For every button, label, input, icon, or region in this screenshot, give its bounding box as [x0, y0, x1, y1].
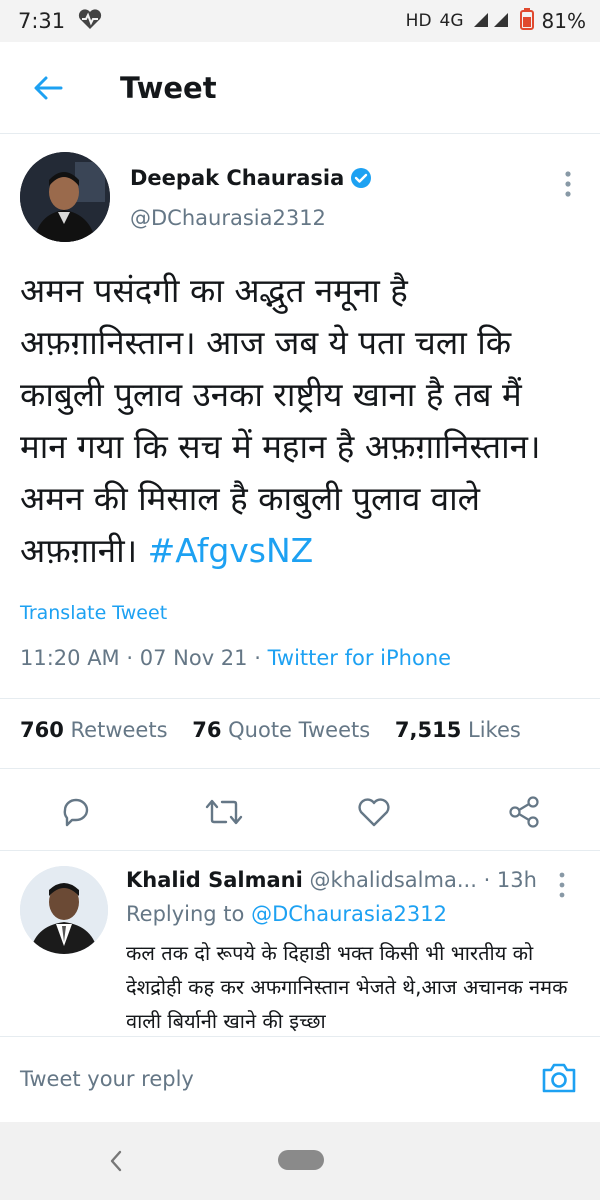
back-arrow-icon [34, 76, 63, 99]
tweet-text-last-line: अफ़ग़ानी। #AfgvsNZ [20, 525, 585, 577]
retweet-icon [205, 799, 243, 825]
likes-label: Likes [468, 718, 521, 742]
like-button[interactable] [354, 794, 394, 830]
divider [0, 850, 600, 851]
like-icon [358, 798, 390, 827]
replying-to-label: Replying to [126, 902, 245, 926]
signal-type-label: 4G [439, 11, 464, 31]
system-nav-bar [0, 1122, 600, 1200]
system-home-button[interactable] [278, 1150, 324, 1170]
heart-pulse-icon [77, 8, 103, 35]
author-name-text: Deepak Chaurasia [130, 166, 345, 190]
retweets-stat[interactable]: 760 Retweets [20, 718, 168, 742]
status-time: 7:31 [18, 9, 66, 33]
page-title: Tweet [120, 70, 217, 105]
status-bar: 7:31 HD 4G 81% [0, 0, 600, 42]
hashtag-link[interactable]: #AfgvsNZ [148, 531, 314, 570]
share-icon [509, 796, 539, 828]
system-back-icon[interactable] [106, 1148, 126, 1174]
reply-button[interactable] [56, 794, 96, 830]
battery-percent: 81% [541, 9, 586, 33]
tweet-text-line: अमन की मिसाल है काबुली पुलाव वाले [20, 479, 481, 518]
battery-icon [519, 7, 534, 35]
back-button[interactable] [0, 42, 96, 134]
retweet-button[interactable] [204, 794, 244, 830]
reply-item[interactable]: Khalid Salmani @khalidsalma... · 13h Rep… [0, 852, 600, 1038]
tweet-time: 11:20 AM [20, 646, 120, 670]
reply-avatar[interactable] [20, 866, 108, 954]
retweets-label: Retweets [70, 718, 168, 742]
reply-header: Khalid Salmani @khalidsalma... · 13h [126, 868, 546, 892]
tweet-source-link[interactable]: Twitter for iPhone [268, 646, 452, 670]
reply-author-handle[interactable]: @khalidsalma... [310, 868, 477, 892]
meta-separator: · [126, 646, 140, 670]
reply-author-name[interactable]: Khalid Salmani [126, 868, 303, 892]
status-indicators: HD 4G 81% [405, 7, 586, 35]
network-label: HD [405, 11, 432, 31]
tweet-text-line: अमन पसंदगी का अद्भुत नमूना है [20, 271, 408, 310]
translate-tweet-link[interactable]: Translate Tweet [20, 602, 167, 624]
divider [0, 698, 600, 699]
quote-tweets-count: 76 [192, 718, 222, 742]
tweet-header: Deepak Chaurasia @DChaurasia2312 [20, 152, 580, 244]
tweet-text-line: काबुली पुलाव उनका राष्ट्रीय खाना है तब म… [20, 375, 522, 414]
tweet-stats: 760 Retweets 76 Quote Tweets 7,515 Likes [20, 718, 521, 742]
tweet-text-line: अफ़ग़ानी। [20, 531, 138, 570]
verified-badge-icon [351, 168, 372, 188]
tweet-actions [0, 786, 600, 836]
reply-composer[interactable]: Tweet your reply [0, 1036, 600, 1122]
reply-text: कल तक दो रूपये के दिहाडी भक्त किसी भी भा… [126, 941, 568, 1033]
replying-to-handle[interactable]: @DChaurasia2312 [251, 902, 447, 926]
share-button[interactable] [504, 794, 544, 830]
tweet-text: अमन पसंदगी का अद्भुत नमूना है अफ़ग़ानिस्… [20, 265, 585, 577]
replying-to: Replying to @DChaurasia2312 [126, 902, 447, 926]
likes-count: 7,515 [394, 718, 462, 742]
tweet-text-line: अफ़ग़ानिस्तान। आज जब ये पता चला कि [20, 323, 512, 362]
reply-more-options-icon[interactable] [550, 870, 574, 900]
more-options-icon[interactable] [556, 168, 580, 200]
tweet-date: 07 Nov 21 [139, 646, 248, 670]
reply-time: 13h [496, 868, 537, 892]
reply-separator: · [483, 868, 497, 892]
retweets-count: 760 [20, 718, 64, 742]
meta-separator: · [254, 646, 268, 670]
author-name[interactable]: Deepak Chaurasia [130, 166, 372, 190]
camera-icon[interactable] [540, 1061, 578, 1095]
divider [0, 768, 600, 769]
author-avatar[interactable] [20, 152, 110, 242]
signal-icon [472, 9, 512, 34]
reply-input[interactable]: Tweet your reply [20, 1067, 194, 1091]
likes-stat[interactable]: 7,515 Likes [395, 718, 521, 742]
quote-tweets-label: Quote Tweets [228, 718, 371, 742]
tweet-text-line: मान गया कि सच में महान है अफ़ग़ानिस्तान। [20, 427, 541, 466]
reply-icon [63, 798, 89, 827]
quote-tweets-stat[interactable]: 76 Quote Tweets [192, 718, 370, 742]
author-handle[interactable]: @DChaurasia2312 [130, 206, 326, 230]
app-bar: Tweet [0, 42, 600, 134]
tweet-meta: 11:20 AM · 07 Nov 21 · Twitter for iPhon… [20, 646, 451, 670]
